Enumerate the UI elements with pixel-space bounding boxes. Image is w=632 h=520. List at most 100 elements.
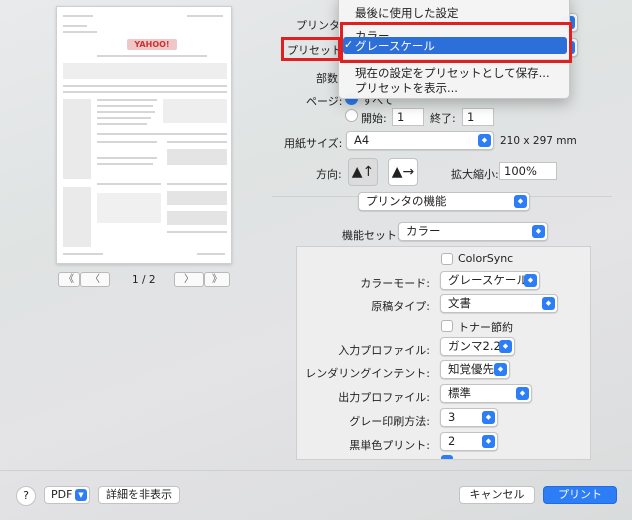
chevron-updown-icon: ◆ — [542, 297, 555, 310]
preview-line — [187, 15, 223, 17]
paper-size-popup[interactable]: A4 ◆ — [346, 131, 494, 150]
preview-line — [97, 163, 153, 165]
paper-size-label: 用紙サイズ: — [284, 137, 343, 150]
chevron-updown-icon: ◆ — [514, 195, 527, 208]
gray-method-popup[interactable]: 3 ◆ — [440, 408, 498, 427]
page-indicator: 1 / 2 — [132, 274, 156, 286]
next-page-button[interactable]: 〉 — [174, 272, 204, 287]
colorsync-label: ColorSync — [458, 252, 514, 265]
output-profile-label: 出力プロファイル: — [338, 391, 430, 404]
preview-block — [163, 99, 227, 123]
portrait-icon: ▲↑ — [351, 164, 375, 180]
preview-line — [197, 253, 225, 255]
chevron-updown-icon: ◆ — [532, 225, 545, 238]
preview-block — [97, 193, 161, 223]
black-print-popup[interactable]: 2 ◆ — [440, 432, 498, 451]
preview-line — [97, 99, 157, 101]
preview-line — [97, 105, 153, 107]
toner-save-checkbox[interactable] — [441, 320, 453, 332]
input-profile-label: 入力プロファイル: — [338, 344, 430, 357]
document-type-popup[interactable]: 文書 ◆ — [440, 294, 558, 313]
colorsync-checkbox[interactable] — [441, 253, 453, 265]
preview-image — [167, 211, 227, 225]
cancel-button[interactable]: キャンセル — [459, 486, 535, 504]
pages-from-label: 開始: — [361, 112, 387, 125]
pdf-menu-button[interactable]: PDF ▼ — [44, 486, 90, 504]
feature-set-popup[interactable]: カラー ◆ — [398, 222, 548, 241]
landscape-icon: ▲→ — [391, 164, 415, 180]
preview-sidebar — [63, 187, 91, 247]
partial-checkbox[interactable] — [441, 455, 453, 459]
preview-line — [97, 55, 207, 57]
chevron-updown-icon: ◆ — [516, 387, 529, 400]
input-profile-popup[interactable]: ガンマ2.2 ◆ — [440, 337, 515, 356]
scale-label: 拡大縮小: — [451, 168, 499, 181]
previous-page-button[interactable]: 〈 — [80, 272, 110, 287]
gray-method-label: グレー印刷方法: — [349, 415, 430, 428]
preview-line — [63, 15, 93, 17]
menu-item-save-preset[interactable]: 現在の設定をプリセットとして保存... — [355, 65, 550, 81]
preview-line — [97, 133, 227, 135]
pages-range-radio[interactable] — [345, 109, 358, 122]
menu-item-show-presets[interactable]: プリセットを表示... — [355, 80, 458, 96]
chevron-updown-icon: ◆ — [499, 340, 512, 353]
chevron-down-icon: ▼ — [75, 489, 87, 501]
chevron-updown-icon: ◆ — [478, 134, 491, 147]
preview-line — [97, 141, 157, 143]
preview-sidebar — [63, 99, 91, 179]
landscape-button[interactable]: ▲→ — [388, 158, 418, 186]
preview-line — [63, 31, 97, 33]
preview-logo: YAHOO! — [127, 39, 177, 50]
chevron-updown-icon: ◆ — [482, 435, 495, 448]
preview-image — [167, 191, 227, 205]
preview-line — [97, 157, 157, 159]
copies-label: 部数 — [316, 72, 338, 85]
black-print-label: 黒単色プリント: — [349, 439, 430, 452]
portrait-button[interactable]: ▲↑ — [348, 158, 378, 186]
last-page-button[interactable]: 》 — [204, 272, 230, 287]
document-type-label: 原稿タイプ: — [371, 300, 430, 313]
feature-panel: ColorSync カラーモード: グレースケール ◆ 原稿タイプ: 文書 ◆ トナ… — [296, 246, 591, 460]
preview-line — [63, 85, 227, 87]
preview-line — [97, 183, 161, 185]
rendering-intent-label: レンダリングインテント: — [305, 367, 430, 380]
preview-line — [167, 183, 227, 185]
pages-label: ページ: — [306, 95, 343, 108]
feature-set-label: 機能セット: — [342, 229, 401, 242]
print-button[interactable]: プリント — [543, 486, 617, 504]
toner-save-label: トナー節約 — [458, 321, 513, 334]
scale-field[interactable]: 100% — [499, 162, 557, 180]
preview-line — [97, 117, 151, 119]
paper-dimensions: 210 x 297 mm — [500, 135, 577, 147]
page-preview: YAHOO! — [56, 6, 232, 264]
chevron-updown-icon: ◆ — [494, 363, 507, 376]
highlight-box — [281, 37, 341, 61]
footer-separator — [0, 470, 632, 471]
color-mode-popup[interactable]: グレースケール ◆ — [440, 271, 540, 290]
menu-item-recent-settings[interactable]: 最後に使用した設定 — [355, 5, 459, 21]
preview-block — [63, 63, 227, 79]
output-profile-popup[interactable]: 標準 ◆ — [440, 384, 532, 403]
color-mode-label: カラーモード: — [360, 277, 430, 290]
pages-to-label: 終了: — [430, 112, 456, 125]
first-page-button[interactable]: 《 — [58, 272, 80, 287]
preview-line — [167, 231, 227, 233]
preview-line — [97, 111, 155, 113]
preview-line — [63, 25, 87, 27]
pages-to-field[interactable]: 1 — [462, 108, 494, 126]
highlight-box — [340, 22, 572, 63]
pages-from-field[interactable]: 1 — [392, 108, 424, 126]
orientation-label: 方向: — [316, 168, 342, 181]
chevron-updown-icon: ◆ — [482, 411, 495, 424]
printer-label: プリンタ — [296, 19, 340, 32]
preview-line — [97, 123, 147, 125]
preview-line — [63, 91, 227, 93]
rendering-intent-popup[interactable]: 知覚優先 ◆ — [440, 360, 510, 379]
preview-line — [167, 141, 227, 143]
chevron-updown-icon: ◆ — [524, 274, 537, 287]
section-popup[interactable]: プリンタの機能 ◆ — [358, 192, 530, 211]
preview-line — [63, 253, 103, 255]
help-button[interactable]: ? — [16, 486, 36, 506]
preview-image — [167, 149, 227, 165]
hide-details-button[interactable]: 詳細を非表示 — [98, 486, 180, 504]
